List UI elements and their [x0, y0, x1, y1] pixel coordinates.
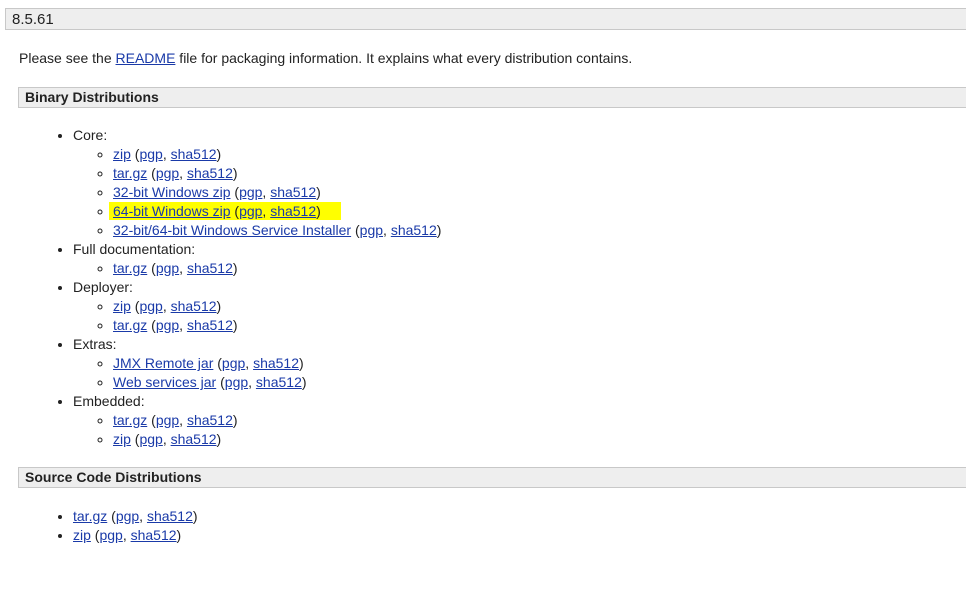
sha512-checksum-link[interactable]: sha512	[147, 508, 193, 524]
group-downloads: zip (pgp, sha512)tar.gz (pgp, sha512)	[73, 297, 441, 335]
binary-distributions-list: Core:zip (pgp, sha512)tar.gz (pgp, sha51…	[36, 126, 441, 449]
intro-text-before: Please see the	[19, 50, 116, 66]
pgp-signature-link[interactable]: pgp	[225, 374, 248, 390]
download-link[interactable]: tar.gz	[113, 412, 147, 428]
sha512-checksum-link[interactable]: sha512	[171, 431, 217, 447]
group-full-documentation: Full documentation: tar.gz (pgp, sha512)	[73, 240, 441, 278]
download-link[interactable]: 32-bit Windows zip	[113, 184, 231, 200]
group-label: Full documentation:	[73, 241, 196, 257]
pgp-signature-link[interactable]: pgp	[99, 527, 122, 543]
pgp-signature-link[interactable]: pgp	[139, 431, 162, 447]
intro-paragraph: Please see the README file for packaging…	[19, 48, 632, 68]
download-item-zip: zip (pgp, sha512)	[113, 145, 441, 164]
pgp-signature-link[interactable]: pgp	[239, 203, 262, 219]
sha512-checksum-link[interactable]: sha512	[131, 527, 177, 543]
sha512-checksum-link[interactable]: sha512	[270, 203, 316, 219]
download-item-tar-gz: tar.gz (pgp, sha512)	[113, 259, 441, 278]
download-item-tar-gz: tar.gz (pgp, sha512)	[113, 164, 441, 183]
pgp-signature-link[interactable]: pgp	[139, 146, 162, 162]
sha512-checksum-link[interactable]: sha512	[391, 222, 437, 238]
source-code-distributions-heading: Source Code Distributions	[18, 467, 966, 488]
download-item-tar-gz: tar.gz (pgp, sha512)	[73, 507, 198, 526]
download-link[interactable]: tar.gz	[113, 317, 147, 333]
download-item-jmx-remote-jar: JMX Remote jar (pgp, sha512)	[113, 354, 441, 373]
download-item-tar-gz: tar.gz (pgp, sha512)	[113, 411, 441, 430]
group-downloads: zip (pgp, sha512)tar.gz (pgp, sha512)32-…	[73, 145, 441, 240]
group-downloads: tar.gz (pgp, sha512)zip (pgp, sha512)	[73, 411, 441, 449]
group-downloads: tar.gz (pgp, sha512)	[73, 259, 441, 278]
pgp-signature-link[interactable]: pgp	[156, 165, 179, 181]
download-link[interactable]: zip	[73, 527, 91, 543]
readme-link[interactable]: README	[116, 50, 176, 66]
sha512-checksum-link[interactable]: sha512	[270, 184, 316, 200]
binary-distributions-heading: Binary Distributions	[18, 87, 966, 108]
download-item-zip: zip (pgp, sha512)	[113, 297, 441, 316]
group-deployer: Deployer: zip (pgp, sha512)tar.gz (pgp, s…	[73, 278, 441, 335]
group-label: Core:	[73, 127, 108, 143]
group-label: Deployer:	[73, 279, 133, 295]
download-item-64-bit-windows-zip: 64-bit Windows zip (pgp, sha512)	[109, 202, 441, 221]
download-link[interactable]: Web services jar	[113, 374, 216, 390]
download-link[interactable]: 64-bit Windows zip	[113, 203, 231, 219]
sha512-checksum-link[interactable]: sha512	[171, 298, 217, 314]
download-item-zip: zip (pgp, sha512)	[113, 430, 441, 449]
download-link[interactable]: 32-bit/64-bit Windows Service Installer	[113, 222, 351, 238]
download-item-tar-gz: tar.gz (pgp, sha512)	[113, 316, 441, 335]
group-label: Embedded:	[73, 393, 145, 409]
download-link[interactable]: zip	[113, 146, 131, 162]
sha512-checksum-link[interactable]: sha512	[187, 412, 233, 428]
download-link[interactable]: JMX Remote jar	[113, 355, 213, 371]
download-item-web-services-jar: Web services jar (pgp, sha512)	[113, 373, 441, 392]
sha512-checksum-link[interactable]: sha512	[253, 355, 299, 371]
download-link[interactable]: zip	[113, 298, 131, 314]
sha512-checksum-link[interactable]: sha512	[171, 146, 217, 162]
download-item-zip: zip (pgp, sha512)	[73, 526, 198, 545]
pgp-signature-link[interactable]: pgp	[139, 298, 162, 314]
download-item-32-bit-windows-zip: 32-bit Windows zip (pgp, sha512)	[113, 183, 441, 202]
sha512-checksum-link[interactable]: sha512	[187, 317, 233, 333]
pgp-signature-link[interactable]: pgp	[156, 412, 179, 428]
download-item-32-bit-64-bit-windows-service-installer: 32-bit/64-bit Windows Service Installer …	[113, 221, 441, 240]
source-code-distributions-list: tar.gz (pgp, sha512)zip (pgp, sha512)	[36, 507, 198, 545]
group-label: Extras:	[73, 336, 117, 352]
pgp-signature-link[interactable]: pgp	[156, 260, 179, 276]
pgp-signature-link[interactable]: pgp	[116, 508, 139, 524]
highlighted-download: 64-bit Windows zip (pgp, sha512)	[109, 202, 341, 220]
download-link[interactable]: tar.gz	[113, 260, 147, 276]
download-link[interactable]: zip	[113, 431, 131, 447]
pgp-signature-link[interactable]: pgp	[156, 317, 179, 333]
sha512-checksum-link[interactable]: sha512	[187, 165, 233, 181]
group-embedded: Embedded: tar.gz (pgp, sha512)zip (pgp, s…	[73, 392, 441, 449]
sha512-checksum-link[interactable]: sha512	[187, 260, 233, 276]
download-link[interactable]: tar.gz	[73, 508, 107, 524]
group-extras: Extras: JMX Remote jar (pgp, sha512)Web s…	[73, 335, 441, 392]
pgp-signature-link[interactable]: pgp	[222, 355, 245, 371]
group-downloads: JMX Remote jar (pgp, sha512)Web services…	[73, 354, 441, 392]
version-heading: 8.5.61	[5, 8, 966, 30]
download-link[interactable]: tar.gz	[113, 165, 147, 181]
intro-text-after: file for packaging information. It expla…	[175, 50, 633, 66]
pgp-signature-link[interactable]: pgp	[360, 222, 383, 238]
group-core: Core: zip (pgp, sha512)tar.gz (pgp, sha51…	[73, 126, 441, 240]
sha512-checksum-link[interactable]: sha512	[256, 374, 302, 390]
pgp-signature-link[interactable]: pgp	[239, 184, 262, 200]
